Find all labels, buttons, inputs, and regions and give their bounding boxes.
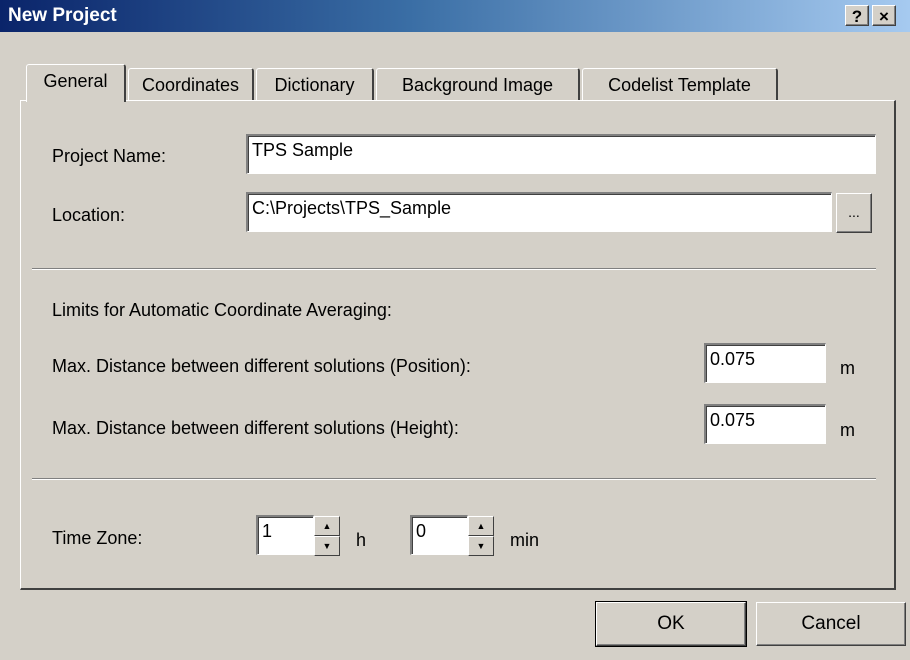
limits-heading: Limits for Automatic Coordinate Averagin… (52, 300, 392, 320)
max-position-unit: m (840, 358, 855, 378)
tab-codelist-template[interactable]: Codelist Template (582, 68, 778, 100)
hours-up-arrow-icon[interactable]: ▲ (314, 516, 340, 536)
location-input[interactable]: C:\Projects\TPS_Sample (246, 192, 832, 232)
tab-background-image[interactable]: Background Image (376, 68, 580, 100)
time-zone-label: Time Zone: (52, 528, 143, 548)
tab-general[interactable]: General (26, 64, 126, 102)
cancel-button[interactable]: Cancel (756, 602, 906, 646)
project-name-input[interactable]: TPS Sample (246, 134, 876, 174)
hours-spinner[interactable]: ▲ ▼ (314, 516, 340, 556)
time-zone-minutes-input[interactable]: 0 (410, 515, 468, 555)
max-position-input[interactable]: 0.075 (704, 343, 826, 383)
hours-unit: h (356, 530, 367, 550)
help-button[interactable]: ? (845, 5, 869, 26)
minutes-spinner[interactable]: ▲ ▼ (468, 516, 494, 556)
window-title: New Project (8, 5, 117, 26)
close-button[interactable]: × (872, 5, 896, 26)
ok-button[interactable]: OK (595, 601, 747, 647)
minutes-unit: min (510, 530, 540, 550)
browse-button[interactable]: ... (836, 193, 872, 233)
tab-dictionary[interactable]: Dictionary (256, 68, 374, 100)
project-name-label: Project Name: (52, 146, 167, 166)
max-height-unit: m (840, 420, 855, 440)
location-label: Location: (52, 205, 126, 225)
hours-down-arrow-icon[interactable]: ▼ (314, 536, 340, 556)
divider (32, 478, 876, 480)
max-height-label: Max. Distance between different solution… (52, 418, 459, 438)
minutes-up-arrow-icon[interactable]: ▲ (468, 516, 494, 536)
tab-coordinates[interactable]: Coordinates (128, 68, 254, 100)
divider (32, 268, 876, 270)
minutes-down-arrow-icon[interactable]: ▼ (468, 536, 494, 556)
time-zone-hours-input[interactable]: 1 (256, 515, 314, 555)
max-height-input[interactable]: 0.075 (704, 404, 826, 444)
title-bar: New Project ? × (0, 0, 910, 32)
max-position-label: Max. Distance between different solution… (52, 356, 471, 376)
